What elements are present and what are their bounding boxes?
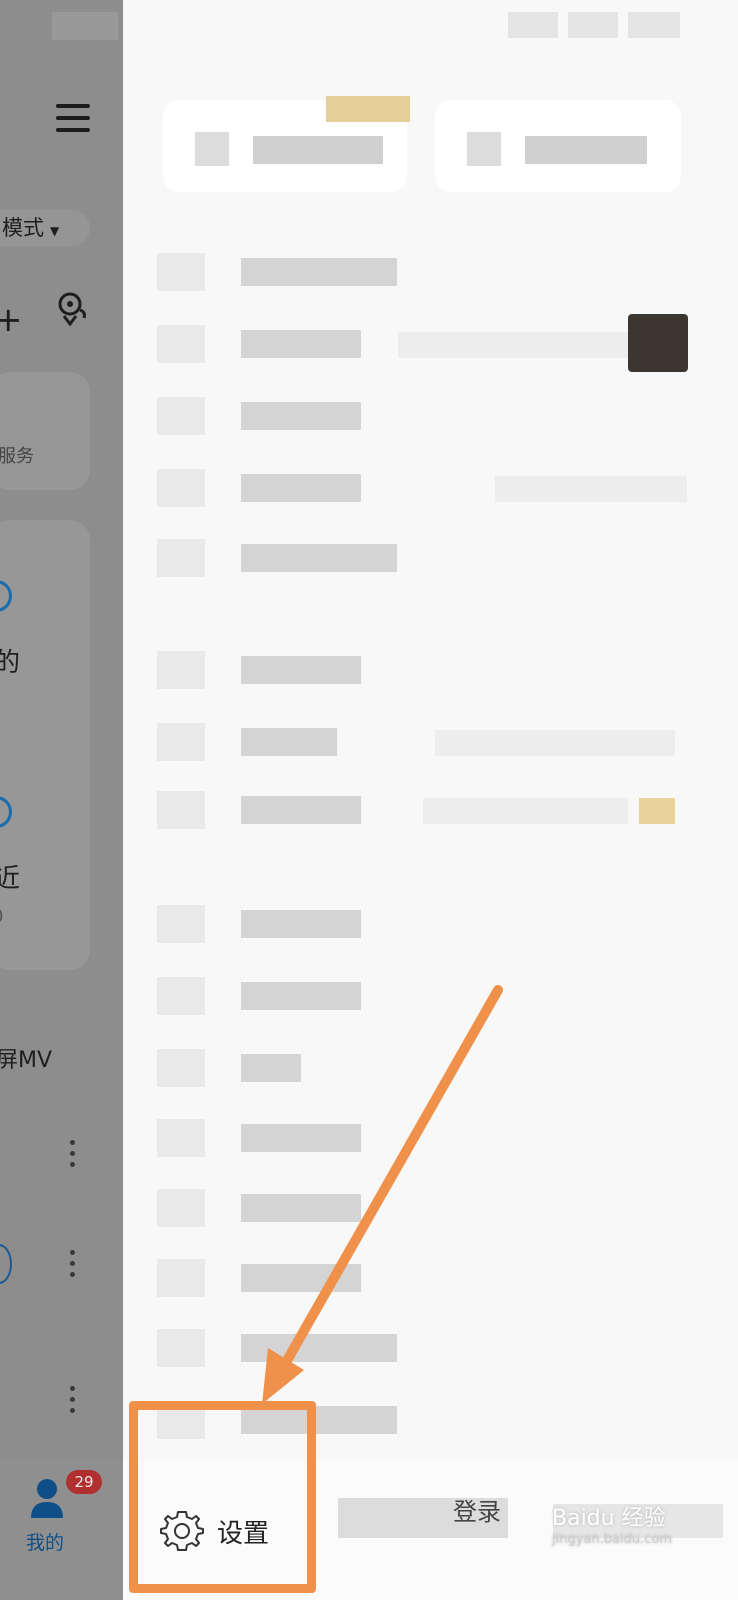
vip-card[interactable] xyxy=(0,372,90,490)
menu-row[interactable] xyxy=(123,1106,738,1166)
service-label: 服务 xyxy=(0,446,34,467)
plus-icon[interactable]: + xyxy=(0,300,23,340)
menu-row[interactable] xyxy=(123,638,738,698)
menu-row[interactable] xyxy=(123,1316,738,1376)
pixelated-label xyxy=(525,136,647,164)
full-mv-label[interactable]: 屏MV xyxy=(0,1042,52,1074)
pixelated-icon xyxy=(195,132,229,166)
pixelated-icon xyxy=(467,132,501,166)
menu-row[interactable] xyxy=(123,384,738,444)
podcast-icon[interactable] xyxy=(54,290,90,326)
status-bar-right-pixelated xyxy=(508,12,680,38)
more-icon[interactable] xyxy=(70,1140,76,1173)
menu-row[interactable] xyxy=(123,240,738,300)
menu-row[interactable] xyxy=(123,526,738,586)
settings-highlight-box xyxy=(129,1401,316,1593)
menu-row[interactable] xyxy=(123,964,738,1024)
menu-icon[interactable] xyxy=(56,104,90,134)
card-text-3: 0 xyxy=(0,906,3,927)
watermark: Baidu 经验 jingyan.baidu.com xyxy=(552,1500,672,1547)
mine-tab-label[interactable]: 我的 xyxy=(26,1528,64,1555)
caret-down-icon: ▼ xyxy=(50,224,60,238)
circle-icon xyxy=(0,1244,12,1284)
card-text-1: 的 xyxy=(0,648,21,678)
library-card xyxy=(0,520,90,970)
user-icon[interactable] xyxy=(30,1478,64,1522)
menu-row[interactable] xyxy=(123,1036,738,1096)
status-bar-pixelated xyxy=(52,12,118,40)
pixelated-label xyxy=(253,136,383,164)
mode-selector[interactable]: 模式 ▼ xyxy=(0,210,90,246)
menu-row[interactable] xyxy=(123,456,738,516)
login-label[interactable]: 登录 xyxy=(453,1492,501,1527)
menu-row[interactable] xyxy=(123,710,738,770)
quick-action-2[interactable] xyxy=(435,100,681,192)
background-app: 模式 ▼ + 服务 的 近 0 屏MV 29 我的 xyxy=(0,0,123,1600)
menu-row[interactable] xyxy=(123,1176,738,1236)
promo-tag xyxy=(326,96,410,122)
watermark-brand: Baidu 经验 xyxy=(552,1506,666,1531)
more-icon[interactable] xyxy=(70,1386,76,1419)
more-icon[interactable] xyxy=(70,1250,76,1283)
notification-badge: 29 xyxy=(66,1470,102,1494)
menu-row[interactable] xyxy=(123,778,738,838)
menu-row[interactable] xyxy=(123,892,738,952)
side-drawer xyxy=(123,0,738,1600)
card-text-2: 近 xyxy=(0,864,21,894)
avatar-thumbnail xyxy=(628,314,688,372)
watermark-url: jingyan.baidu.com xyxy=(552,1532,672,1547)
mode-label: 模式 xyxy=(2,216,44,240)
menu-row[interactable] xyxy=(123,1246,738,1306)
